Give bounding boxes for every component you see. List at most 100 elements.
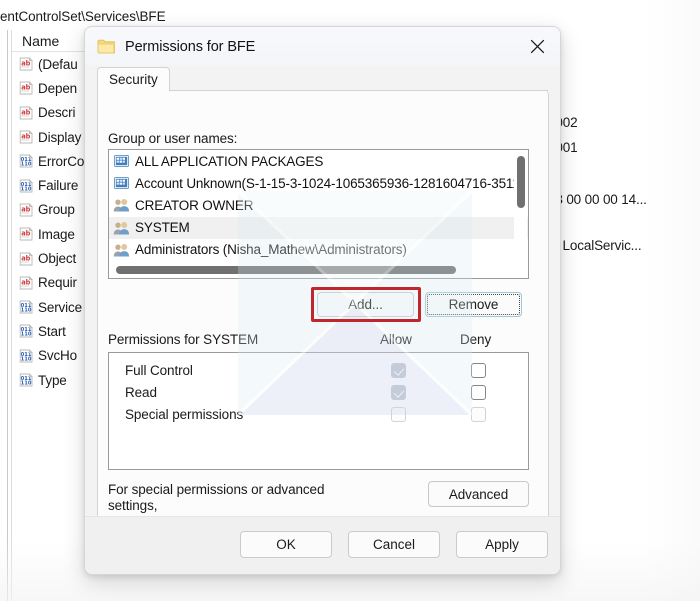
group-user-list-item[interactable]: ALL APPLICATION PACKAGES <box>109 150 528 172</box>
registry-value-row[interactable]: ab (Defau <box>12 52 92 76</box>
registry-value-row[interactable]: ab Object <box>12 246 92 270</box>
svg-text:110: 110 <box>21 380 32 386</box>
registry-value-row[interactable]: ab Image <box>12 222 92 246</box>
registry-value-row[interactable]: ab Depen <box>12 76 92 100</box>
tab-strip: Security <box>85 67 560 91</box>
group-or-user-names-list[interactable]: ALL APPLICATION PACKAGES Account Unknown(… <box>108 149 529 279</box>
registry-value-row[interactable]: 011 110 Failure <box>12 173 92 197</box>
svg-text:110: 110 <box>21 186 32 192</box>
permission-name: Read <box>125 385 157 400</box>
security-tab-panel: Group or user names: ALL APPLICATION PAC… <box>97 91 549 529</box>
registry-value-name: Type <box>38 372 67 388</box>
registry-value-row[interactable]: 011 110 SvcHo <box>12 344 92 368</box>
add-button[interactable]: Add... <box>317 292 414 317</box>
registry-value-row[interactable]: ab Descri <box>12 101 92 125</box>
column-header-name[interactable]: Name <box>12 30 92 52</box>
group-user-list-item[interactable]: CREATOR OWNER <box>109 194 528 216</box>
cancel-button[interactable]: Cancel <box>348 531 440 558</box>
deny-checkbox[interactable] <box>471 385 486 400</box>
allow-checkbox[interactable] <box>391 385 406 400</box>
deny-checkbox[interactable] <box>471 407 486 422</box>
registry-data-column: 1002 1001 03 00 00 00 14... -k LocalServic.… <box>548 30 700 601</box>
string-value-icon: ab <box>18 275 34 291</box>
registry-address-bar[interactable]: entControlSet\Services\BFE <box>0 9 166 24</box>
group-icon <box>113 220 130 236</box>
registry-value-row[interactable]: ab Group <box>12 198 92 222</box>
binary-value-icon: 011 110 <box>18 372 34 388</box>
folder-icon <box>97 39 116 54</box>
list-vertical-scrollbar-thumb[interactable] <box>517 156 525 208</box>
registry-value-name: Failure <box>38 178 79 194</box>
ok-button-label: OK <box>276 537 296 552</box>
allow-column-header: Allow <box>380 332 412 347</box>
permission-row: Special permissions <box>109 405 528 427</box>
list-vertical-scrollbar[interactable] <box>514 151 527 257</box>
add-button-label: Add... <box>348 297 383 312</box>
group-user-name: Administrators (Nisha_Mathew\Administrat… <box>135 242 407 258</box>
registry-value-name: Descri <box>38 105 76 121</box>
permission-name: Special permissions <box>125 407 244 422</box>
registry-value-row[interactable]: 011 110 Type <box>12 368 92 392</box>
binary-value-icon: 011 110 <box>18 348 34 364</box>
pane-divider <box>7 30 8 601</box>
advanced-button[interactable]: Advanced <box>428 481 529 507</box>
registry-value-data: -k LocalServic... <box>548 238 642 253</box>
registry-value-row[interactable]: ab Requir <box>12 271 92 295</box>
remove-button[interactable]: Remove <box>425 292 522 317</box>
close-icon[interactable] <box>514 27 560 66</box>
string-value-icon: ab <box>18 56 34 72</box>
group-icon <box>113 197 130 213</box>
registry-value-name: Start <box>38 323 66 339</box>
group-user-name: SYSTEM <box>135 220 190 236</box>
group-user-list-item[interactable]: SYSTEM <box>109 216 528 239</box>
registry-value-name: Object <box>38 251 77 267</box>
registry-value-name: (Defau <box>38 56 78 72</box>
ok-button[interactable]: OK <box>240 531 332 558</box>
tab-security-label: Security <box>109 72 158 87</box>
deny-checkbox[interactable] <box>471 363 486 378</box>
group-icon <box>113 242 130 258</box>
registry-value-row[interactable]: 011 110 ErrorCo <box>12 149 92 173</box>
remove-button-label: Remove <box>448 297 499 312</box>
svg-text:110: 110 <box>21 356 32 362</box>
string-value-icon: ab <box>18 80 34 96</box>
apply-button[interactable]: Apply <box>456 531 548 558</box>
permissions-dialog: Permissions for BFE Security Group or us… <box>84 26 561 575</box>
dialog-title: Permissions for BFE <box>125 38 256 55</box>
svg-text:110: 110 <box>21 332 32 338</box>
string-value-icon: ab <box>18 226 34 242</box>
group-user-name: Account Unknown(S-1-15-3-1024-1065365936… <box>135 175 527 191</box>
group-user-list-item[interactable]: Administrators (Nisha_Mathew\Administrat… <box>109 239 528 261</box>
registry-value-name: SvcHo <box>38 348 78 364</box>
registry-value-name: Group <box>38 202 75 218</box>
list-horizontal-scrollbar-thumb[interactable] <box>116 266 456 274</box>
registry-value-row[interactable]: 011 110 Service <box>12 295 92 319</box>
group-user-list-item[interactable]: Account Unknown(S-1-15-3-1024-1065365936… <box>109 172 528 194</box>
advanced-button-label: Advanced <box>448 486 509 502</box>
registry-value-row[interactable]: 011 110 Start <box>12 319 92 343</box>
binary-value-icon: 011 110 <box>18 323 34 339</box>
registry-value-name: Image <box>38 226 75 242</box>
cancel-button-label: Cancel <box>372 537 416 552</box>
permission-row: Full Control <box>109 361 528 383</box>
app-package-icon <box>113 153 130 169</box>
string-value-icon: ab <box>18 129 34 145</box>
registry-value-row[interactable]: ab Display <box>12 125 92 149</box>
list-horizontal-scrollbar[interactable] <box>110 261 527 277</box>
string-value-icon: ab <box>18 251 34 267</box>
deny-column-header: Deny <box>460 332 492 347</box>
registry-values-list[interactable]: Name ab (Defau ab Depen ab Descri ab Display 011… <box>12 30 92 601</box>
permission-name: Full Control <box>125 363 193 378</box>
column-header-label: Name <box>22 32 60 49</box>
permission-row: Read <box>109 383 528 405</box>
binary-value-icon: 011 110 <box>18 178 34 194</box>
group-user-name: CREATOR OWNER <box>135 197 254 213</box>
svg-text:110: 110 <box>21 308 32 314</box>
svg-text:110: 110 <box>21 162 32 168</box>
advanced-note-line-1: For special permissions or advanced sett… <box>108 482 325 513</box>
allow-checkbox[interactable] <box>391 363 406 378</box>
registry-value-name: Requir <box>38 275 77 291</box>
string-value-icon: ab <box>18 105 34 121</box>
tab-security[interactable]: Security <box>97 67 170 91</box>
allow-checkbox[interactable] <box>391 407 406 422</box>
